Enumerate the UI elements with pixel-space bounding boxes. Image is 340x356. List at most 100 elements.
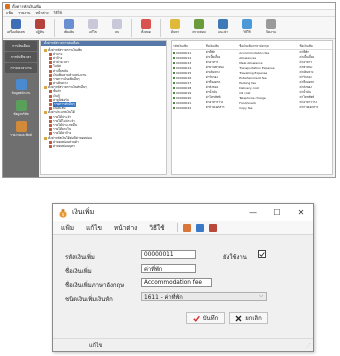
table-cell-text: 00000013 bbox=[176, 60, 192, 65]
table-cell-text: ค่ายานพาหนะ bbox=[205, 65, 225, 69]
table-cell-text: ค่าส่งของ bbox=[205, 85, 219, 89]
document-icon bbox=[49, 119, 52, 123]
ribbon-button[interactable]: ปฏิทิน bbox=[30, 19, 50, 35]
table-cell: Copy fee bbox=[238, 105, 298, 110]
ribbon-button[interactable]: วิธีใช้ bbox=[237, 19, 257, 35]
type-row: ชนิดเงินเพิ่มเงินหัก bbox=[65, 294, 113, 304]
name-field[interactable]: ค่าที่พัก bbox=[141, 264, 196, 273]
table-cell-text: Allowances bbox=[239, 55, 257, 60]
table-cell-text: Delivery cost bbox=[239, 85, 259, 90]
main-title: ตั้งค่ารหัสเงินเพิ่ม bbox=[12, 3, 42, 9]
table-row[interactable]: 00000022 ค่าถ่ายเอกสาร Copy fee ค่าถ่ายเอกส… bbox=[172, 105, 332, 110]
table-cell-text: ค่าที่จอดรถ bbox=[205, 80, 221, 84]
row-icon bbox=[173, 81, 175, 84]
resize-grip-icon[interactable]: ⋰ bbox=[306, 343, 311, 349]
ribbon-button-icon bbox=[35, 19, 45, 29]
dialog-menu-file[interactable]: แฟ้ม bbox=[61, 223, 74, 233]
table-cell-text: 00000017 bbox=[176, 80, 192, 85]
cancel-button[interactable]: ยกเลิก bbox=[229, 312, 268, 324]
folder-icon bbox=[44, 136, 47, 140]
table-cell: 00000022 bbox=[172, 105, 205, 110]
maximize-button[interactable]: ☐ bbox=[265, 204, 289, 221]
table-cell-text: 00000016 bbox=[176, 75, 192, 80]
check-icon bbox=[259, 251, 265, 257]
document-icon bbox=[49, 115, 52, 119]
nav-attendance[interactable]: การลงเวลางาน bbox=[5, 63, 37, 73]
ribbon-button-label: วิธีใช้ bbox=[243, 30, 251, 34]
table-cell-text: 00000012 bbox=[176, 55, 192, 60]
nav-icon-item[interactable]: ข้อมูลบริษัท bbox=[6, 100, 36, 117]
table-cell-text: ค่าที่จอดรถ bbox=[299, 80, 315, 84]
nav-timesheet[interactable]: การบันทึกเวลา bbox=[5, 52, 37, 62]
main-titlebar: ตั้งค่ารหัสเงินเพิ่ม bbox=[3, 3, 335, 10]
minimize-button[interactable]: — bbox=[241, 204, 265, 221]
table-cell-text: 00000019 bbox=[176, 90, 192, 95]
ribbon-button[interactable]: ทั้งหมด bbox=[136, 19, 156, 35]
save-button[interactable]: บันทึก bbox=[186, 312, 225, 324]
table-cell-text: ค่าน้ำมัน bbox=[205, 90, 218, 94]
menu-window[interactable]: หน้าต่าง bbox=[36, 10, 49, 16]
table-cell-text: ค่าที่พัก bbox=[205, 50, 216, 54]
document-icon bbox=[49, 52, 52, 56]
nav-payroll[interactable]: การเงินเดือน bbox=[5, 41, 37, 51]
code-field[interactable]: 00000011 bbox=[141, 250, 196, 259]
table-cell-text: Meal Allowance bbox=[239, 60, 263, 65]
tree-node[interactable]: ค่าลดหย่อนบุตร bbox=[44, 144, 163, 148]
table-cell-text: ค่าพาหนะ bbox=[299, 65, 313, 69]
nav-icon-item[interactable]: ข้อมูลพนักงาน bbox=[6, 79, 36, 96]
name-label: ชื่อเงินเพิ่ม bbox=[65, 268, 92, 275]
ribbon-button[interactable]: ปิดงาน bbox=[261, 19, 281, 35]
document-icon bbox=[49, 144, 52, 148]
dialog-menu-window[interactable]: หน้าต่าง bbox=[114, 223, 137, 233]
ribbon-button[interactable]: แก้ไข bbox=[83, 19, 103, 35]
name-en-field[interactable]: Accommodation fee bbox=[141, 278, 212, 287]
dialog-menu-help[interactable]: วิธีใช้ bbox=[149, 223, 164, 233]
type-label: ชนิดเงินเพิ่มเงินหัก bbox=[65, 296, 113, 303]
dialog-title: เงินเพิ่ม bbox=[72, 208, 95, 216]
menu-help[interactable]: วิธีใช้ bbox=[53, 10, 61, 16]
record-icon[interactable] bbox=[182, 223, 191, 232]
ribbon-button[interactable]: เครื่องคิดเลข bbox=[6, 19, 26, 35]
dialog-menu-edit[interactable]: แก้ไข bbox=[86, 223, 102, 233]
menu-report[interactable]: รายงาน bbox=[18, 10, 30, 16]
ribbon-button[interactable]: แนะนำ bbox=[213, 19, 233, 35]
dialog-titlebar: $ เงินเพิ่ม — ☐ ✕ bbox=[53, 204, 313, 221]
name-en-row: ชื่อเงินเพิ่มภาษาอังกฤษ bbox=[65, 280, 124, 290]
code-label: รหัสเงินเพิ่ม bbox=[65, 254, 95, 261]
ribbon-button[interactable]: ตรวจสอบ bbox=[189, 19, 209, 35]
ribbon-button-icon bbox=[112, 19, 122, 29]
table-cell-text: 00000020 bbox=[176, 95, 192, 100]
dialog-statusbar: แก้ไข ⋰ bbox=[53, 338, 313, 351]
ribbon-button[interactable]: เพิ่มเติม bbox=[59, 19, 79, 35]
book-icon[interactable] bbox=[208, 223, 217, 232]
main-ribbon: เครื่องคิดเลข ปฏิทิน เพิ่มเติม แก้ไข ลบ ทั้งห… bbox=[3, 17, 335, 39]
toolbar-separator bbox=[176, 223, 178, 232]
type-select[interactable]: 1611 - ค่าที่พัก ⌵ bbox=[141, 292, 267, 301]
ribbon-button-label: ลบ bbox=[115, 30, 119, 34]
tree-node-label: ค่าลดหย่อนบุตร bbox=[53, 143, 75, 148]
document-icon bbox=[49, 61, 52, 65]
row-icon bbox=[173, 91, 175, 94]
table-cell-text: ค่าส่งของ bbox=[299, 85, 312, 89]
nav-icon-list: ข้อมูลพนักงานข้อมูลบริษัทรายงานและพิมพ์ bbox=[3, 79, 39, 138]
save-icon[interactable] bbox=[195, 223, 204, 232]
nav-icon-item[interactable]: รายงานและพิมพ์ bbox=[6, 121, 36, 138]
nav-item-icon bbox=[15, 121, 27, 132]
document-icon bbox=[49, 128, 52, 132]
ribbon-button[interactable]: ลบ bbox=[107, 19, 127, 35]
close-button[interactable]: ✕ bbox=[289, 204, 313, 221]
active-checkbox[interactable] bbox=[258, 250, 266, 258]
table-cell: ค่าถ่ายเอกสาร bbox=[299, 105, 333, 110]
folder-icon bbox=[44, 86, 47, 90]
table-cell-text: Entertainment fee bbox=[239, 75, 267, 80]
checkmark-icon bbox=[193, 315, 200, 322]
menu-file[interactable]: แฟ้ม bbox=[6, 10, 13, 16]
ribbon-button[interactable]: ค้นหา bbox=[165, 19, 185, 35]
row-icon bbox=[173, 96, 175, 99]
cross-icon bbox=[235, 315, 242, 321]
main-menubar: แฟ้ม รายงาน หน้าต่าง วิธีใช้ bbox=[3, 10, 335, 17]
app-icon bbox=[5, 3, 10, 9]
ribbon-button-icon bbox=[88, 19, 98, 29]
document-icon bbox=[49, 94, 52, 98]
left-nav: การเงินเดือน การบันทึกเวลา การลงเวลางาน … bbox=[3, 40, 39, 177]
